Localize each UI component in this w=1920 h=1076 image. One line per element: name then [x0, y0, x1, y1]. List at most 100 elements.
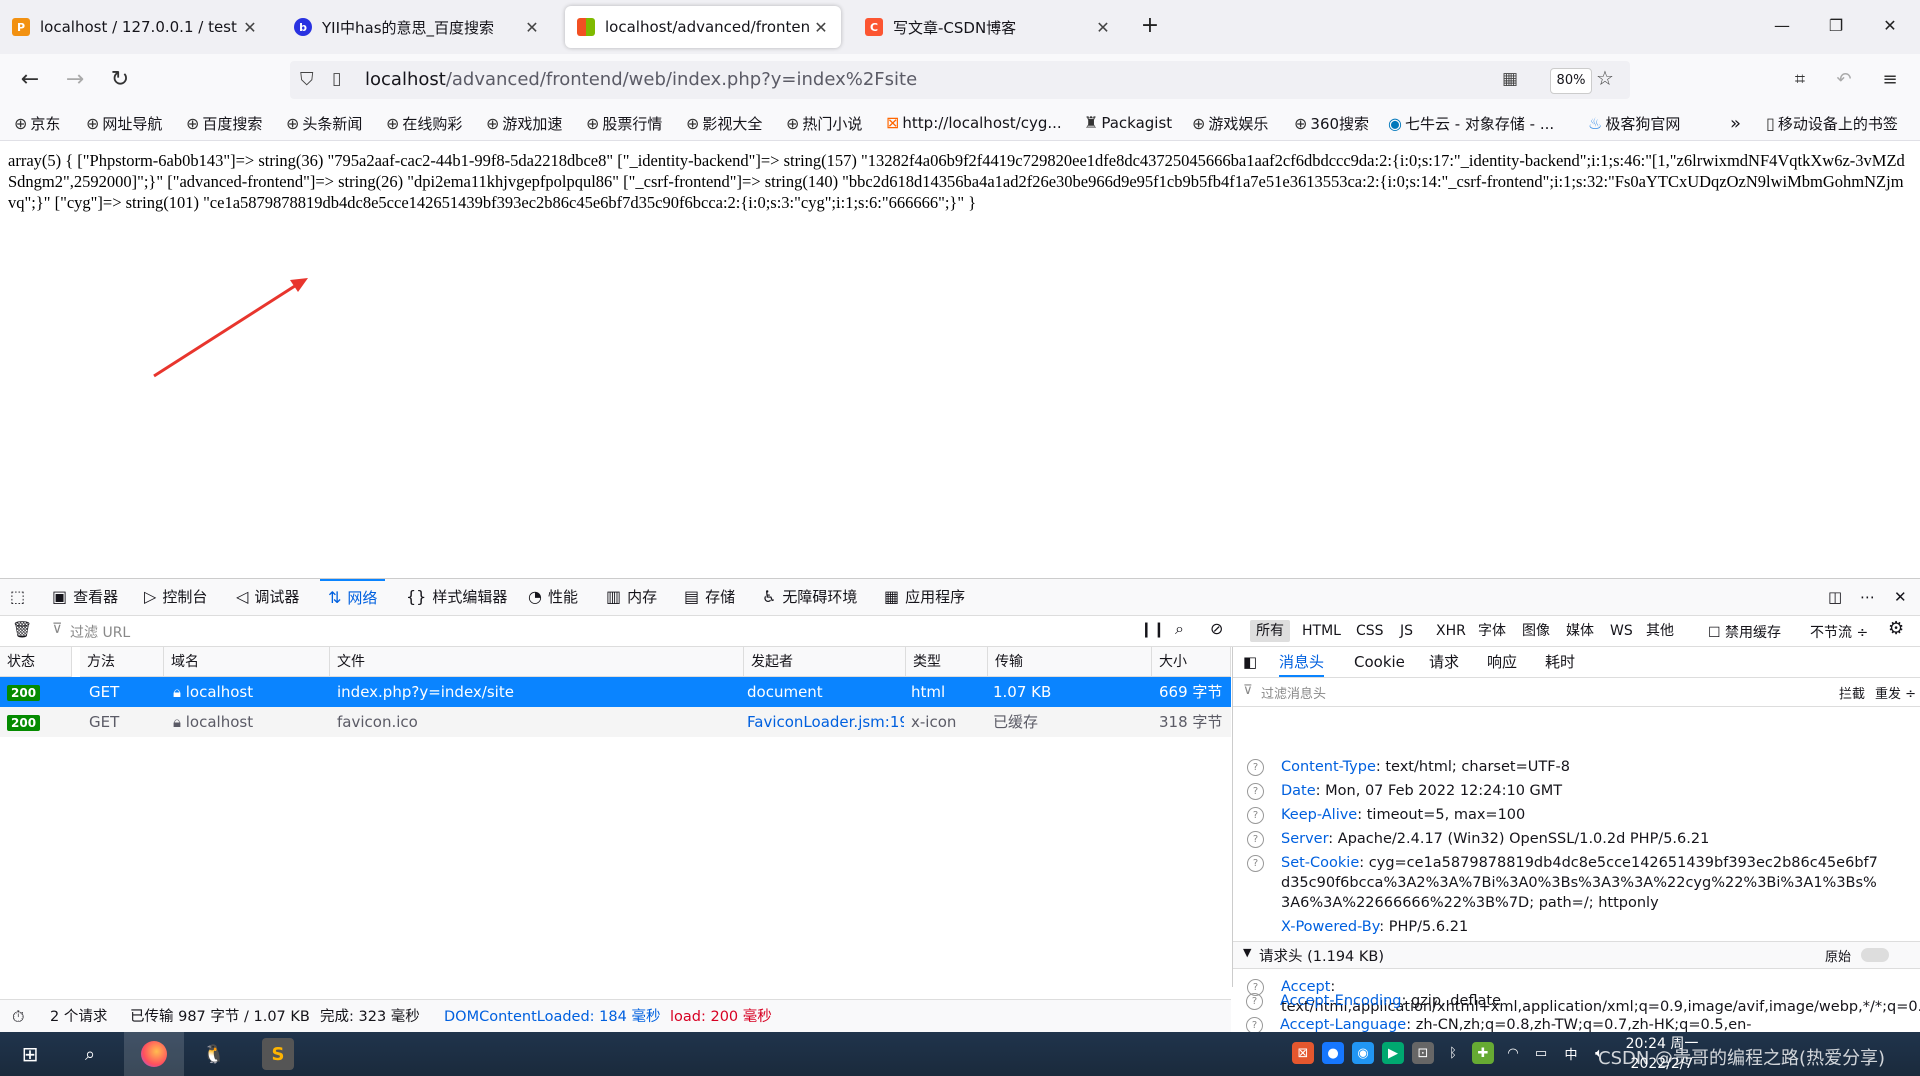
filter-css[interactable]: CSS [1350, 620, 1390, 642]
inspector-icon: ▣ [52, 587, 68, 606]
tab-performance[interactable]: ◔ 性能 [528, 579, 578, 615]
filter-ws[interactable]: WS [1604, 620, 1639, 642]
dom-content-loaded: DOMContentLoaded: 184 毫秒 [444, 1009, 661, 1025]
tab-storage[interactable]: ▤ 存储 [684, 579, 735, 615]
filter-url-input[interactable]: 过滤 URL [70, 622, 130, 642]
tab-response[interactable]: 响应 [1487, 647, 1517, 677]
raw-toggle[interactable] [1861, 948, 1889, 962]
block-icon[interactable]: ⊘ [1210, 619, 1223, 638]
request-domain: 🔒︎ localhost [173, 683, 254, 701]
qq-icon[interactable]: 🐧 [198, 1038, 230, 1070]
tab-headers[interactable]: 消息头 [1279, 647, 1325, 677]
tab-accessibility[interactable]: ♿ 无障碍环境 [762, 579, 857, 615]
accessibility-icon: ♿ [762, 587, 777, 606]
filter-other[interactable]: 其他 [1640, 620, 1680, 642]
help-icon[interactable]: ? [1247, 759, 1264, 776]
network-icon: ⇅ [328, 588, 342, 607]
ime-icon[interactable]: 中 [1560, 1042, 1582, 1064]
help-icon[interactable]: ? [1246, 993, 1263, 1010]
request-headers-section[interactable]: ▼ 请求头 (1.194 KB) 原始 [1233, 941, 1920, 969]
filter-headers-input[interactable]: 过滤消息头 [1261, 683, 1326, 702]
help-icon[interactable]: ? [1247, 807, 1264, 824]
tray-app-icon[interactable]: ⊡ [1412, 1042, 1434, 1064]
more-options-icon[interactable]: ⋯ [1860, 579, 1875, 615]
filter-images[interactable]: 图像 [1516, 620, 1556, 642]
header-entry: Keep-Alive: timeout=5, max=100 [1281, 807, 1526, 823]
filter-fonts[interactable]: 字体 [1472, 620, 1512, 642]
filter-html[interactable]: HTML [1296, 620, 1347, 642]
disable-cache-checkbox[interactable]: ☐ 禁用缓存 [1708, 622, 1781, 642]
bluetooth-icon[interactable]: ᛒ [1442, 1042, 1464, 1064]
filter-media[interactable]: 媒体 [1560, 620, 1600, 642]
element-picker-icon[interactable]: ⬚ [10, 579, 31, 615]
tab-memory[interactable]: ▥ 内存 [606, 579, 657, 615]
tray-app-icon[interactable]: ● [1322, 1042, 1344, 1064]
tab-inspector[interactable]: ▣ 查看器 [52, 579, 118, 615]
tab-cookie[interactable]: Cookie [1354, 647, 1405, 677]
timer-icon: ⏱ [12, 1007, 25, 1026]
windows-start-icon[interactable]: ⊞ [14, 1038, 46, 1070]
column-header-size[interactable]: 大小 [1152, 647, 1231, 677]
request-size: 318 字节 [1159, 713, 1223, 731]
settings-gear-icon[interactable]: ⚙ [1888, 618, 1904, 639]
tab-application[interactable]: ▦ 应用程序 [884, 579, 965, 615]
request-domain: 🔒︎ localhost [173, 713, 254, 731]
help-icon[interactable]: ? [1247, 783, 1264, 800]
request-transfer: 已缓存 [993, 713, 1039, 731]
block-button[interactable]: 拦截 [1839, 683, 1865, 702]
column-header-file[interactable]: 文件 [330, 647, 744, 677]
pause-icon[interactable]: ❙❙ [1140, 620, 1165, 638]
filter-xhr[interactable]: XHR [1430, 620, 1472, 642]
resend-button[interactable]: 重发 ÷ [1875, 683, 1916, 702]
battery-icon[interactable]: ▭ [1530, 1042, 1552, 1064]
debugger-icon: ◁ [236, 587, 249, 606]
header-entry: X-Powered-By: PHP/5.6.21 [1281, 919, 1469, 935]
tab-console[interactable]: ▷ 控制台 [144, 579, 207, 615]
request-file: favicon.ico [337, 713, 418, 731]
request-initiator[interactable]: FaviconLoader.jsm:19... [740, 707, 904, 737]
toggle-panel-icon[interactable]: ◧ [1243, 653, 1257, 671]
network-status-bar: ⏱ 2 个请求 已传输 987 字节 / 1.07 KB 完成: 323 毫秒 … [0, 999, 1231, 1034]
dock-icon[interactable]: ◫ [1828, 579, 1842, 615]
transferred-size: 已传输 987 字节 / 1.07 KB [130, 1009, 310, 1025]
tray-app-icon[interactable]: ⊠ [1292, 1042, 1314, 1064]
column-header-status[interactable]: 状态 [0, 647, 72, 677]
trash-icon[interactable]: 🗑 [12, 620, 32, 639]
help-icon[interactable]: ? [1247, 831, 1264, 848]
network-toolbar: 🗑 ⊽ 过滤 URL ❙❙ ⌕ ⊘ 所有 HTML CSS JS XHR 字体 … [0, 616, 1920, 647]
request-initiator: document [747, 683, 823, 701]
column-header-initiator[interactable]: 发起者 [744, 647, 906, 677]
firefox-taskbar-icon[interactable] [124, 1032, 184, 1076]
search-icon[interactable]: ⌕ [74, 1038, 106, 1070]
request-type: x-icon [911, 713, 957, 731]
wifi-icon[interactable]: ◠ [1502, 1042, 1524, 1064]
tab-debugger[interactable]: ◁ 调试器 [236, 579, 299, 615]
tray-app-icon[interactable]: ✚ [1472, 1042, 1494, 1064]
storage-icon: ▤ [684, 587, 700, 606]
search-icon[interactable]: ⌕ [1175, 619, 1184, 639]
gauge-icon: ◔ [528, 587, 542, 606]
tray-app-icon[interactable]: ▶ [1382, 1042, 1404, 1064]
column-header-transfer[interactable]: 传输 [988, 647, 1152, 677]
table-row[interactable]: 200 GET 🔒︎ localhost favicon.ico Favicon… [0, 707, 1231, 737]
braces-icon: {} [406, 587, 427, 606]
header-entry: Date: Mon, 07 Feb 2022 12:24:10 GMT [1281, 783, 1563, 799]
table-row[interactable]: 200 GET 🔒︎ localhost index.php?y=index/s… [0, 677, 1231, 707]
status-badge: 200 [7, 685, 41, 701]
sublime-icon[interactable]: S [262, 1038, 294, 1070]
filter-js[interactable]: JS [1394, 620, 1419, 642]
devtools-toolbar: ⬚ ▣ 查看器 ▷ 控制台 ◁ 调试器 ⇅ 网络 {} 样式编辑器 ◔ 性能 ▥ 内存 ▤ 存储… [0, 579, 1920, 616]
throttle-select[interactable]: 不节流 ÷ [1810, 622, 1868, 642]
tray-app-icon[interactable]: ◉ [1352, 1042, 1374, 1064]
column-header-type[interactable]: 类型 [906, 647, 988, 677]
column-header-domain[interactable]: 域名 [164, 647, 330, 677]
status-badge: 200 [7, 715, 41, 731]
help-icon[interactable]: ? [1247, 855, 1264, 872]
column-header-method[interactable]: 方法 [80, 647, 164, 677]
tab-timings[interactable]: 耗时 [1545, 647, 1575, 677]
filter-all[interactable]: 所有 [1250, 620, 1290, 642]
tab-style-editor[interactable]: {} 样式编辑器 [406, 579, 507, 615]
tab-network[interactable]: ⇅ 网络 [320, 579, 386, 615]
close-devtools-icon[interactable]: ✕ [1894, 579, 1907, 615]
tab-request[interactable]: 请求 [1429, 647, 1459, 677]
